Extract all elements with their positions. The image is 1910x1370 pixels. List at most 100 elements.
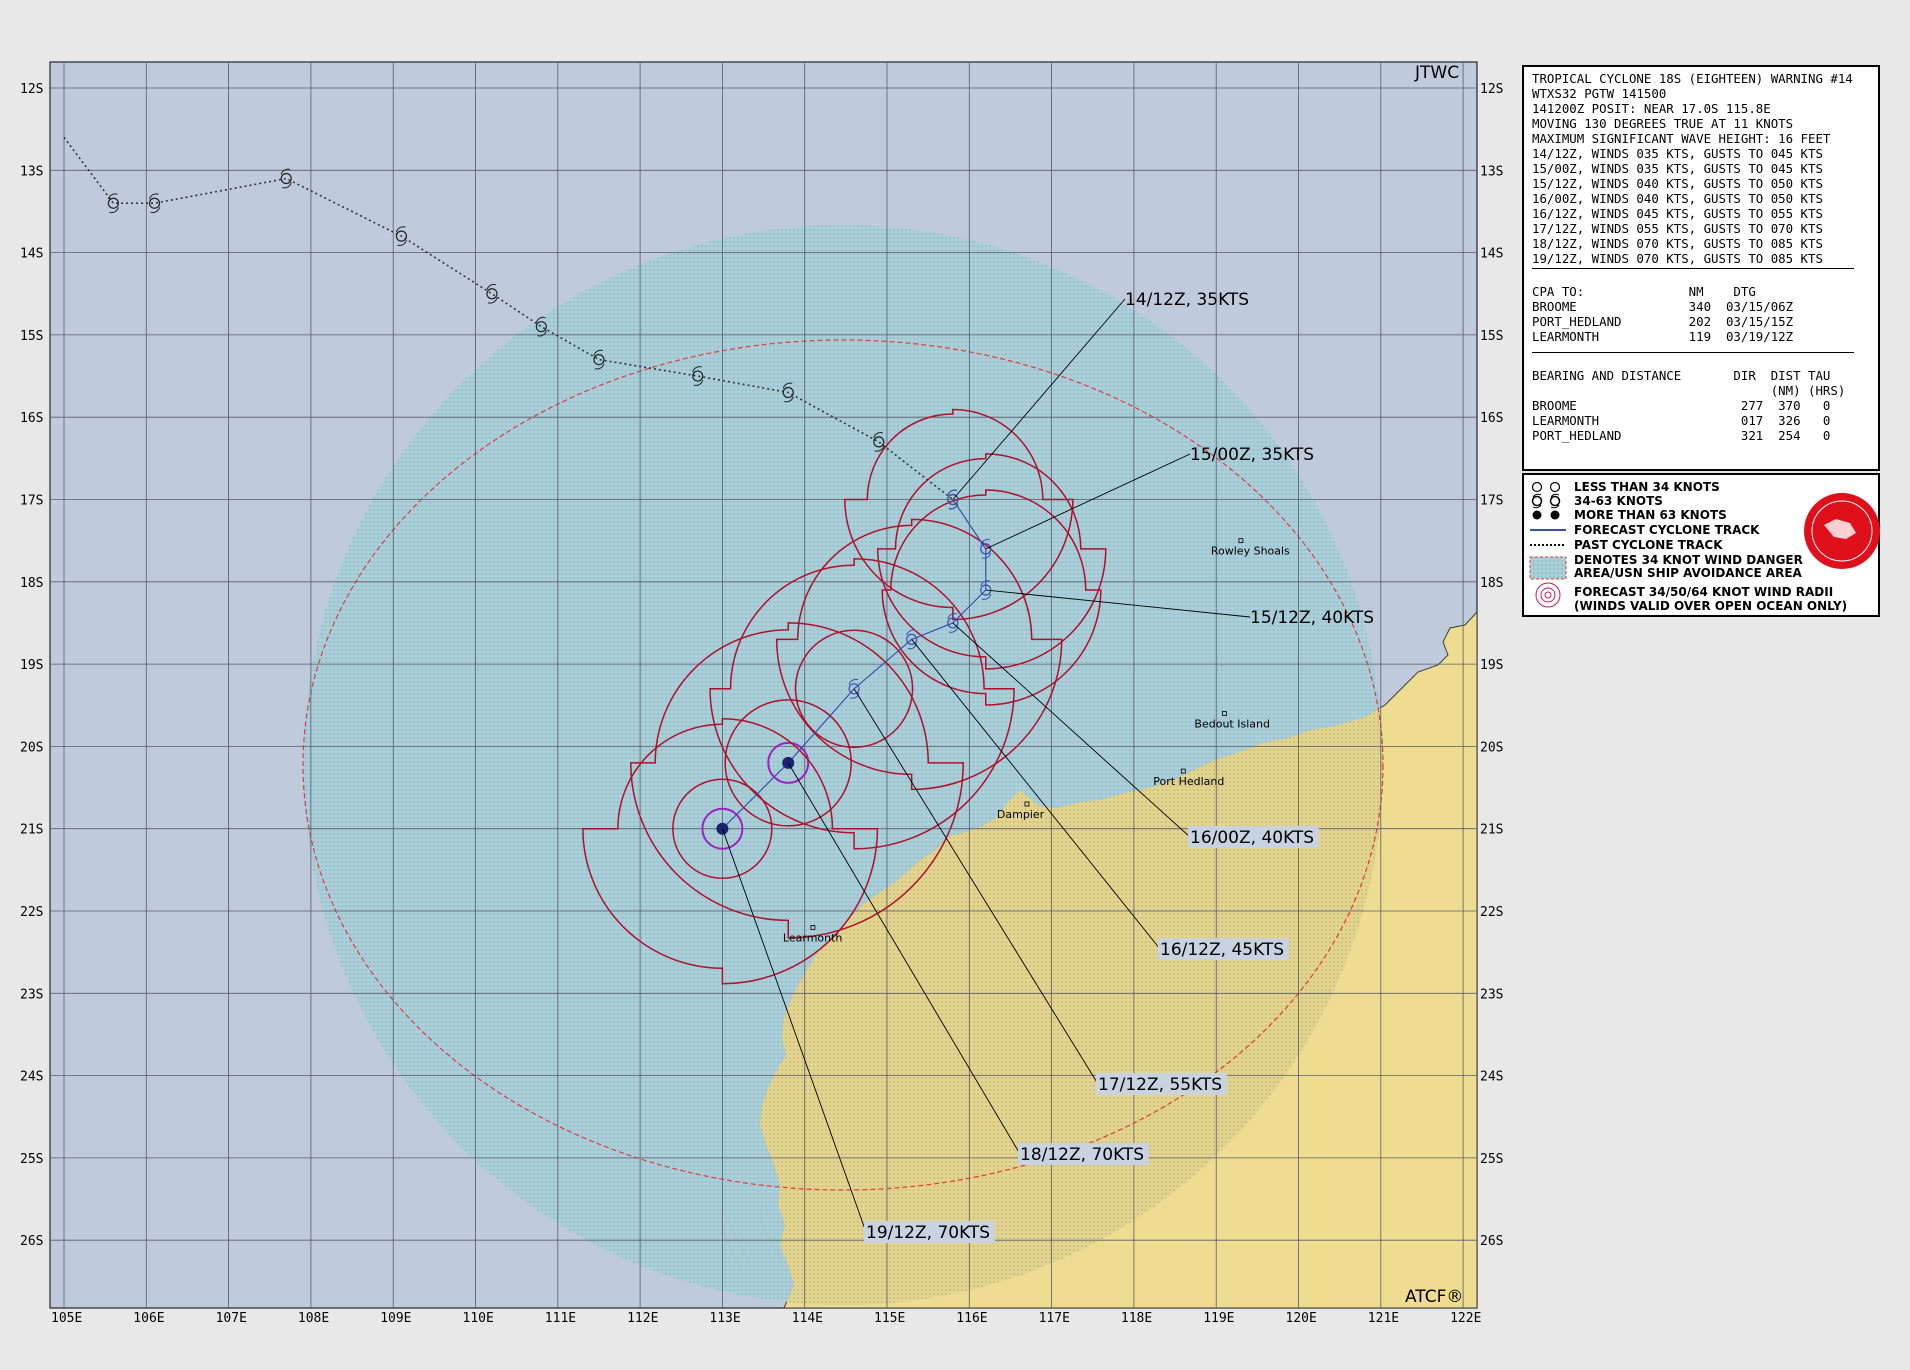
legend-symbol-weak	[1531, 481, 1561, 493]
legend-item: AREA/USN SHIP AVOIDANCE AREA	[1574, 566, 1803, 580]
warning-line: MAXIMUM SIGNIFICANT WAVE HEIGHT: 16 FEET	[1532, 131, 1831, 146]
lat-label: 24S	[20, 1070, 43, 1085]
lat-label: 14S	[20, 247, 43, 262]
lon-label: 105E	[51, 1311, 82, 1326]
lon-label: 120E	[1286, 1311, 1317, 1326]
lon-label: 118E	[1121, 1311, 1152, 1326]
lat-label: 12S	[1480, 82, 1503, 97]
lat-label: 25S	[1480, 1152, 1503, 1167]
lat-label: 22S	[20, 905, 43, 920]
lon-label: 119E	[1203, 1311, 1234, 1326]
warning-line: 15/12Z, WINDS 040 KTS, GUSTS TO 050 KTS	[1532, 176, 1823, 191]
legend-item: FORECAST 34/50/64 KNOT WIND RADII	[1574, 585, 1833, 599]
bearing-row: PORT_HEDLAND 321 254 0	[1532, 428, 1831, 443]
lat-label: 12S	[20, 82, 43, 97]
lat-label: 19S	[1480, 658, 1503, 673]
forecast-label: 18/12Z, 70KTS	[1020, 1145, 1144, 1165]
legend-svg: LESS THAN 34 KNOTS 34-63 KNOTS MORE THAN…	[1529, 480, 1880, 613]
legend-symbol-strong	[1532, 510, 1560, 520]
lat-label: 26S	[20, 1234, 43, 1249]
lat-label: 24S	[1480, 1070, 1503, 1085]
lat-label: 15S	[20, 329, 43, 344]
warning-line: 15/00Z, WINDS 035 KTS, GUSTS TO 045 KTS	[1532, 161, 1823, 176]
lat-label: 19S	[20, 658, 43, 673]
lat-label: 17S	[1480, 494, 1503, 509]
atcf-label: ATCF®	[1405, 1287, 1463, 1307]
svg-text:Bedout Island: Bedout Island	[1194, 717, 1270, 730]
svg-text:Dampier: Dampier	[997, 808, 1045, 821]
warning-line: 16/00Z, WINDS 040 KTS, GUSTS TO 050 KTS	[1532, 191, 1823, 206]
lat-label: 16S	[20, 411, 43, 426]
separator	[1532, 268, 1854, 269]
warning-line: 14/12Z, WINDS 035 KTS, GUSTS TO 045 KTS	[1532, 146, 1823, 161]
lat-label: 25S	[20, 1152, 43, 1167]
cpa-row: LEARMONTH 119 03/19/12Z	[1532, 329, 1794, 344]
warning-line: 18/12Z, WINDS 070 KTS, GUSTS TO 085 KTS	[1532, 236, 1823, 251]
lat-label: 17S	[20, 494, 43, 509]
legend-item: (WINDS VALID OVER OPEN OCEAN ONLY)	[1574, 599, 1847, 613]
lon-label: 117E	[1039, 1311, 1070, 1326]
lon-label: 112E	[627, 1311, 658, 1326]
lon-label: 113E	[709, 1311, 740, 1326]
lat-axis-right: 12S 13S 14S 15S 16S 17S 18S 19S 20S 21S 22S 23S 24S 2…	[1480, 82, 1503, 1249]
lon-label: 108E	[298, 1311, 329, 1326]
lat-label: 16S	[1480, 411, 1503, 426]
legend-item: LESS THAN 34 KNOTS	[1574, 480, 1720, 494]
legend-symbol-medium	[1531, 493, 1561, 509]
bearing-row: BROOME 277 370 0	[1532, 398, 1831, 413]
lon-label: 106E	[133, 1311, 164, 1326]
warning-line: 141200Z POSIT: NEAR 17.0S 115.8E	[1532, 101, 1771, 116]
lat-axis-left: 12S 13S 14S 15S 16S 17S 18S 19S 20S 21S 22S 23S 24S 2…	[20, 82, 43, 1249]
cpa-row: BROOME 340 03/15/06Z	[1532, 299, 1794, 314]
lon-label: 116E	[956, 1311, 987, 1326]
forecast-label: 17/12Z, 55KTS	[1098, 1075, 1222, 1095]
legend-item: FORECAST CYCLONE TRACK	[1574, 523, 1760, 537]
lat-label: 20S	[1480, 740, 1503, 755]
lon-label: 109E	[380, 1311, 411, 1326]
agency-label: JTWC	[1414, 63, 1459, 83]
cpa-header: CPA TO: NM DTG	[1532, 284, 1756, 299]
warning-line: WTXS32 PGTW 141500	[1532, 86, 1667, 101]
lon-label: 107E	[216, 1311, 247, 1326]
separator	[1532, 352, 1854, 353]
warning-line: TROPICAL CYCLONE 18S (EIGHTEEN) WARNING …	[1532, 71, 1853, 86]
legend-box: LESS THAN 34 KNOTS 34-63 KNOTS MORE THAN…	[1522, 473, 1880, 617]
forecast-label: 14/12Z, 35KTS	[1125, 290, 1249, 310]
lon-axis-bottom: 105E 106E 107E 108E 109E 110E 111E 112E 113E 114E…	[51, 1311, 1481, 1326]
warning-line: 16/12Z, WINDS 045 KTS, GUSTS TO 055 KTS	[1532, 206, 1823, 221]
svg-text:Port Hedland: Port Hedland	[1153, 775, 1224, 788]
warning-line: MOVING 130 DEGREES TRUE AT 11 KNOTS	[1532, 116, 1794, 131]
lat-label: 15S	[1480, 329, 1503, 344]
legend-item: DENOTES 34 KNOT WIND DANGER	[1574, 553, 1803, 567]
lat-label: 23S	[20, 987, 43, 1002]
bearing-row: LEARMONTH 017 326 0	[1532, 413, 1831, 428]
lat-label: 18S	[1480, 576, 1503, 591]
warning-info-box: TROPICAL CYCLONE 18S (EIGHTEEN) WARNING …	[1522, 65, 1880, 471]
lat-label: 21S	[20, 823, 43, 838]
lon-label: 121E	[1368, 1311, 1399, 1326]
forecast-label: 15/12Z, 40KTS	[1250, 608, 1374, 628]
lat-label: 14S	[1480, 247, 1503, 262]
forecast-label: 19/12Z, 70KTS	[866, 1223, 990, 1243]
lat-label: 13S	[20, 164, 43, 179]
forecast-label: 15/00Z, 35KTS	[1190, 445, 1314, 465]
lon-label: 114E	[792, 1311, 823, 1326]
legend-item: 34-63 KNOTS	[1574, 494, 1663, 508]
warning-line: 17/12Z, WINDS 055 KTS, GUSTS TO 070 KTS	[1532, 221, 1823, 236]
bearing-header: BEARING AND DISTANCE DIR DIST TAU	[1532, 368, 1831, 383]
lon-label: 115E	[874, 1311, 905, 1326]
svg-text:Rowley Shoals: Rowley Shoals	[1211, 545, 1290, 558]
lat-label: 23S	[1480, 987, 1503, 1002]
bearing-subheader: (NM) (HRS)	[1532, 383, 1846, 398]
svg-text:Learmonth: Learmonth	[783, 931, 843, 944]
legend-item: PAST CYCLONE TRACK	[1574, 538, 1723, 552]
legend-danger-swatch	[1529, 556, 1567, 580]
lat-label: 26S	[1480, 1234, 1503, 1249]
legend-radii-symbol	[1535, 582, 1561, 608]
forecast-label: 16/00Z, 40KTS	[1190, 828, 1314, 848]
lat-label: 21S	[1480, 823, 1503, 838]
lat-label: 22S	[1480, 905, 1503, 920]
lat-label: 18S	[20, 576, 43, 591]
jtwc-logo	[1804, 493, 1880, 569]
lat-label: 20S	[20, 740, 43, 755]
